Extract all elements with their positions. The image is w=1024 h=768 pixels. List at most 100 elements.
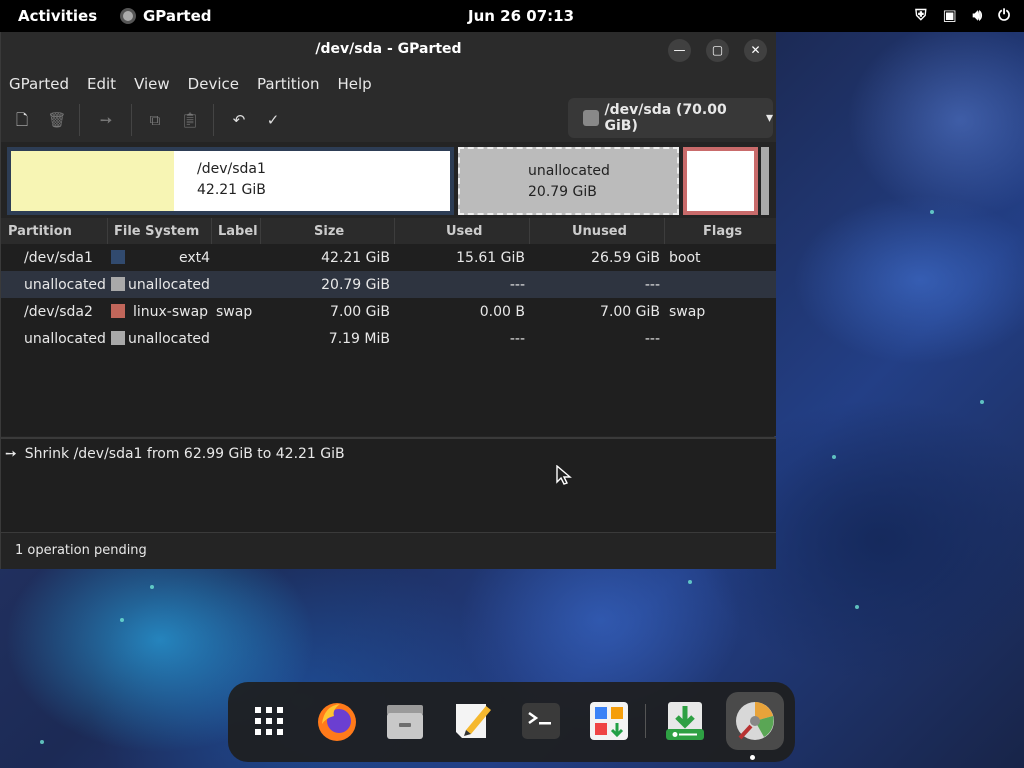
operation-item[interactable]: ➙ Shrink /dev/sda1 from 62.99 GiB to 42.…	[5, 446, 345, 462]
cell-unused: ---	[644, 277, 660, 293]
segment-name: unallocated	[528, 163, 610, 179]
new-icon[interactable]: 🗋	[12, 110, 32, 130]
fs-color-swatch	[111, 277, 125, 291]
system-tray[interactable]: ⛨ ▣ 🔊︎ ⏻	[915, 6, 1010, 24]
menu-partition[interactable]: Partition	[249, 68, 320, 98]
clock[interactable]: Jun 26 07:13	[468, 7, 574, 25]
volume-icon: 🔊︎	[972, 6, 983, 24]
cell-filesystem: linux-swap	[133, 304, 209, 320]
gparted-app-icon	[120, 8, 136, 24]
menu-edit[interactable]: Edit	[79, 68, 116, 98]
column-header[interactable]: Flags	[703, 224, 742, 239]
cell-used: 15.61 GiB	[456, 250, 525, 266]
cell-flags: boot	[669, 250, 701, 266]
toolbar-separator	[131, 104, 132, 136]
table-row[interactable]: unallocated unallocated 7.19 MiB --- ---	[1, 325, 776, 352]
terminal-icon[interactable]	[518, 698, 564, 744]
column-header[interactable]: Unused	[572, 224, 627, 239]
delete-icon[interactable]: 🗑	[47, 110, 67, 130]
text-editor-icon[interactable]	[450, 698, 496, 744]
column-header[interactable]: Size	[314, 224, 344, 239]
cell-size: 7.19 MiB	[328, 331, 390, 347]
disk-icon	[583, 110, 599, 126]
toolbar: 🗋 🗑 ➙ ⧉ 📋︎ ↶ ✓ /dev/sda (70.00 GiB) ▾	[1, 98, 776, 142]
files-icon[interactable]	[382, 698, 428, 744]
mouse-cursor-icon	[556, 465, 572, 485]
gparted-icon[interactable]	[726, 692, 784, 750]
chevron-down-icon: ▾	[765, 110, 773, 126]
firefox-icon[interactable]	[314, 698, 360, 744]
dock	[228, 682, 795, 762]
toolbar-separator	[213, 104, 214, 136]
resize-move-icon: ➙	[5, 446, 17, 462]
paste-icon[interactable]: 📋︎	[180, 110, 200, 130]
operation-text: Shrink /dev/sda1 from 62.99 GiB to 42.21…	[24, 446, 345, 462]
app-grid-icon[interactable]	[246, 698, 292, 744]
segment-size: 42.21 GiB	[197, 182, 266, 198]
menu-device[interactable]: Device	[180, 68, 239, 98]
close-icon[interactable]: ✕	[744, 39, 767, 62]
partition-table: Partition File System Label Size Used Un…	[1, 218, 776, 436]
toolbar-separator	[79, 104, 80, 136]
top-bar: Activities GParted Jun 26 07:13 ⛨ ▣ 🔊︎ ⏻	[0, 0, 1024, 32]
menu-gparted[interactable]: GParted	[1, 68, 69, 98]
cell-size: 7.00 GiB	[330, 304, 390, 320]
column-header[interactable]: Label	[218, 224, 258, 239]
column-header[interactable]: File System	[114, 224, 199, 239]
partition-segment-unallocated[interactable]: unallocated 20.79 GiB	[458, 147, 679, 215]
cell-filesystem: ext4	[179, 250, 211, 266]
running-indicator	[750, 755, 755, 760]
cell-unused: 7.00 GiB	[600, 304, 660, 320]
gparted-window: /dev/sda - GParted — ▢ ✕ GParted Edit Vi…	[0, 32, 776, 569]
used-space-bar	[11, 151, 174, 211]
resize-move-icon[interactable]: ➙	[96, 110, 116, 130]
menu-view[interactable]: View	[126, 68, 170, 98]
cell-filesystem: unallocated	[128, 331, 210, 347]
cell-partition: /dev/sda2	[24, 304, 93, 320]
column-header[interactable]: Partition	[8, 224, 72, 239]
app-menu[interactable]: GParted	[120, 7, 212, 25]
copy-icon[interactable]: ⧉	[145, 110, 165, 130]
fs-color-swatch	[111, 331, 125, 345]
table-row[interactable]: unallocated unallocated 20.79 GiB --- --…	[1, 271, 776, 298]
cell-flags: swap	[669, 304, 706, 320]
device-selector[interactable]: /dev/sda (70.00 GiB) ▾	[568, 98, 773, 138]
cell-size: 20.79 GiB	[321, 277, 390, 293]
table-row[interactable]: /dev/sda1 ext4 42.21 GiB 15.61 GiB 26.59…	[1, 244, 776, 271]
software-icon[interactable]	[586, 698, 632, 744]
fs-color-swatch	[111, 304, 125, 318]
cell-partition: unallocated	[24, 277, 106, 293]
column-header[interactable]: Used	[446, 224, 482, 239]
window-title: /dev/sda - GParted	[315, 41, 462, 57]
partition-segment-sda1[interactable]: /dev/sda1 42.21 GiB	[7, 147, 454, 215]
table-header: Partition File System Label Size Used Un…	[1, 218, 776, 244]
partition-map: /dev/sda1 42.21 GiB unallocated 20.79 Gi…	[1, 142, 776, 218]
table-row[interactable]: /dev/sda2 linux-swap swap 7.00 GiB 0.00 …	[1, 298, 776, 325]
minimize-icon[interactable]: —	[668, 39, 691, 62]
installer-icon[interactable]	[662, 698, 708, 744]
app-menu-label: GParted	[143, 7, 212, 25]
fs-color-swatch	[111, 250, 125, 264]
device-selector-label: /dev/sda (70.00 GiB)	[604, 102, 727, 134]
title-bar: /dev/sda - GParted — ▢ ✕	[1, 32, 776, 68]
dock-separator	[645, 704, 646, 738]
menu-bar: GParted Edit View Device Partition Help	[1, 68, 776, 98]
undo-icon[interactable]: ↶	[229, 110, 249, 130]
activities-button[interactable]: Activities	[18, 7, 97, 25]
cell-label: swap	[216, 304, 253, 320]
partition-segment-unallocated-small[interactable]	[761, 147, 769, 215]
apply-icon[interactable]: ✓	[263, 110, 283, 130]
menu-help[interactable]: Help	[330, 68, 372, 98]
network-icon: ▣	[942, 6, 957, 24]
cell-used: 0.00 B	[479, 304, 525, 320]
cell-size: 42.21 GiB	[321, 250, 390, 266]
maximize-icon[interactable]: ▢	[706, 39, 729, 62]
segment-size: 20.79 GiB	[528, 184, 597, 200]
shield-icon: ⛨	[915, 6, 927, 24]
partition-segment-sda2[interactable]	[683, 147, 758, 215]
cell-partition: unallocated	[24, 331, 106, 347]
cell-partition: /dev/sda1	[24, 250, 93, 266]
cell-unused: ---	[644, 331, 660, 347]
cell-used: ---	[509, 277, 525, 293]
status-bar: 1 operation pending	[1, 532, 776, 569]
